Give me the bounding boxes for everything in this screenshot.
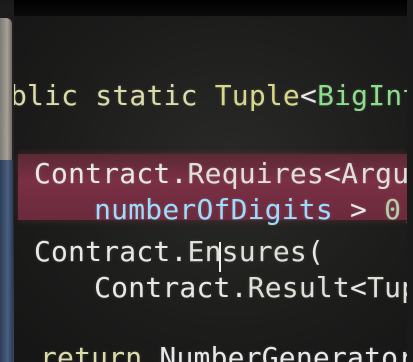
presenter-edge [0, 0, 14, 362]
code-line-2: Contract.Requires<Argum [34, 156, 407, 192]
code-token: < [300, 79, 318, 112]
photo-frame: blic static Tuple<BigInt Contract.Requir… [0, 0, 413, 362]
code-line-1: blic static Tuple<BigInt [14, 78, 407, 114]
code-line-4: Contract.Ensures( [34, 234, 324, 270]
code-line-3: numberOfDigits > 0, [60, 192, 407, 228]
code-token: return [40, 341, 160, 362]
code-token: ( [306, 235, 324, 268]
monitor-bezel-top [14, 0, 413, 16]
code-line-5: Contract.Result<Tupl [60, 270, 407, 306]
code-token: Contract [34, 157, 171, 190]
code-token: Tuple [214, 79, 300, 112]
code-token: Contract [34, 235, 171, 268]
code-token: > [332, 193, 385, 226]
code-editor-screen: blic static Tuple<BigInt Contract.Requir… [14, 16, 407, 362]
code-token: Argum [341, 157, 407, 190]
code-token: blic static [14, 79, 215, 112]
code-token: . [170, 157, 188, 190]
code-token: < [324, 157, 342, 190]
code-token: Requires [187, 157, 324, 190]
code-token: . [170, 235, 188, 268]
presenter-shirt [0, 160, 13, 362]
code-token: < [350, 271, 368, 304]
presenter-face [0, 18, 12, 178]
code-token: BigInt [317, 79, 407, 112]
code-line-6: return NumberGenerator [40, 340, 407, 362]
code-token: Ensures [187, 235, 307, 268]
code-token: . [230, 271, 248, 304]
text-cursor [219, 242, 221, 272]
code-token: Contract [60, 271, 231, 304]
code-token: Result [247, 271, 350, 304]
code-token: NumberGenerator [159, 341, 407, 362]
code-token: Tupl [367, 271, 407, 304]
monitor-bezel-right [407, 0, 413, 362]
code-token: 0 [384, 193, 402, 226]
code-token: numberOfDigits [60, 193, 333, 226]
